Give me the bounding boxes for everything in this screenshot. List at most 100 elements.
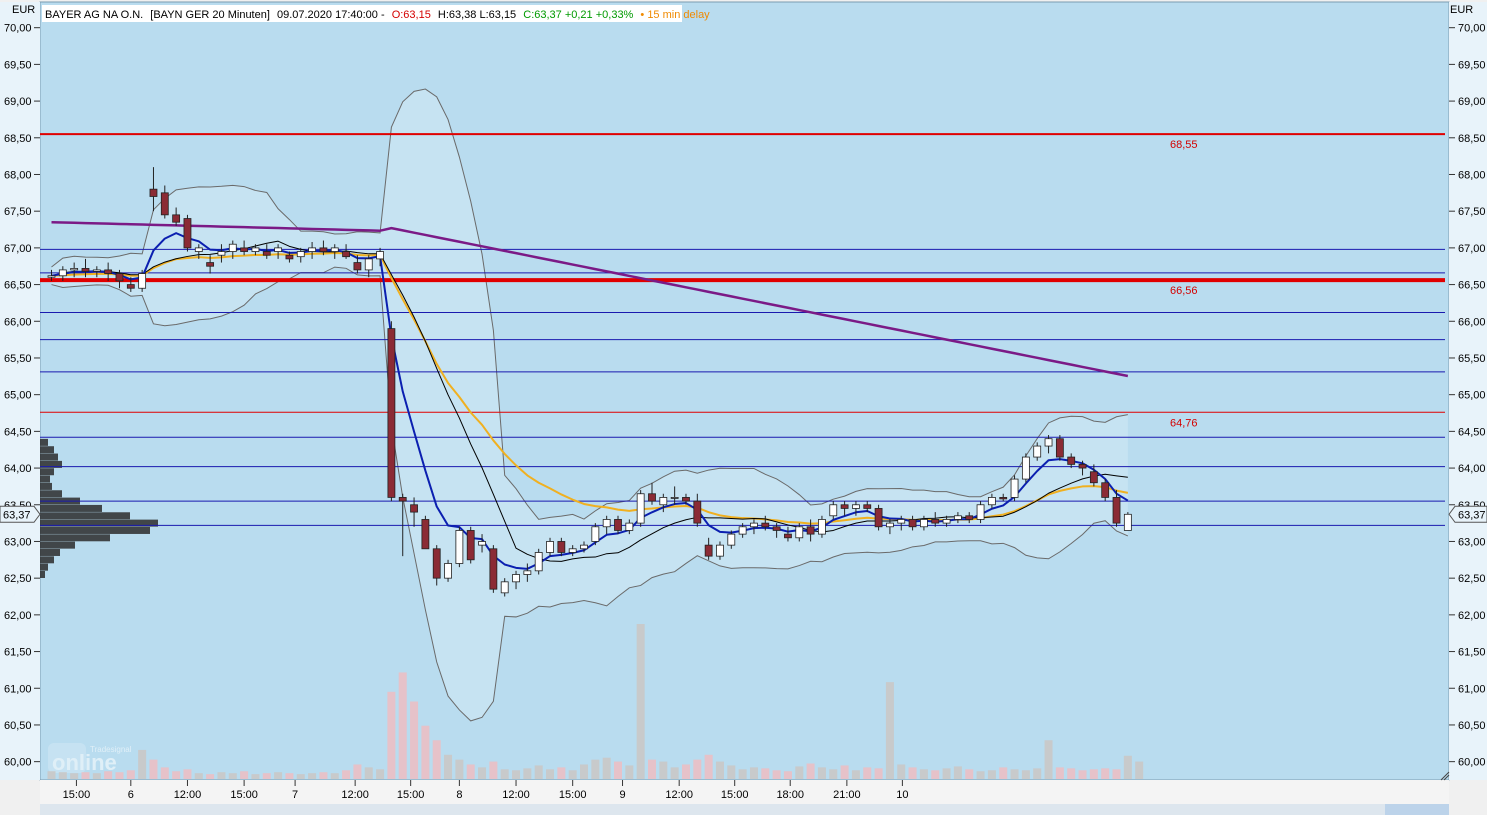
instrument-name: BAYER AG NA O.N. — [45, 9, 143, 21]
candle-body — [58, 269, 67, 277]
volume-profile-bar — [40, 548, 60, 556]
volume-profile-bar — [40, 453, 58, 461]
plot-area[interactable] — [39, 1, 1450, 781]
candle-body — [534, 552, 543, 572]
volume-bar — [364, 767, 373, 779]
volume-bar — [58, 772, 67, 779]
volume-bar — [1089, 769, 1098, 779]
candle-body — [716, 544, 724, 557]
delay-note: • 15 min delay — [640, 9, 710, 21]
volume-profile-bar — [40, 475, 50, 483]
candle-body — [852, 504, 860, 509]
volume-bar — [840, 765, 849, 779]
y-tick-label-right: 60,50 — [1458, 720, 1486, 732]
candle-body — [455, 530, 464, 564]
volume-bar — [444, 754, 453, 779]
x-tick-label: 10 — [896, 789, 908, 801]
y-tick-label-right: 69,50 — [1458, 59, 1486, 71]
x-tick-label: 12:00 — [174, 789, 202, 801]
x-tick-label: 15:00 — [559, 789, 587, 801]
volume-bar — [931, 770, 940, 779]
x-tick-label: 15:00 — [397, 789, 425, 801]
x-tick-label: 12:00 — [665, 789, 693, 801]
volume-profile-bar — [40, 504, 102, 512]
volume-bar — [138, 749, 147, 779]
time-scrollbar[interactable] — [40, 804, 1449, 815]
x-tick-label: 6 — [128, 789, 134, 801]
volume-bar — [1055, 767, 1064, 779]
scrollbar-thumb[interactable] — [1385, 804, 1449, 815]
volume-bar — [885, 682, 894, 779]
candle-body — [874, 508, 883, 528]
volume-bar — [965, 769, 974, 779]
x-tick-label: 15:00 — [230, 789, 258, 801]
candle-body — [784, 533, 792, 539]
y-tick-label-left: 64,50 — [4, 426, 32, 438]
candle-body — [421, 519, 430, 550]
y-tick-label-right: 62,50 — [1458, 573, 1486, 585]
y-tick-label-left: 67,50 — [4, 206, 32, 218]
candle-body — [172, 214, 181, 223]
candle-body — [194, 247, 203, 252]
volume-bar — [478, 767, 487, 779]
volume-bar — [81, 772, 90, 779]
volume-profile-bar — [40, 526, 150, 534]
volume-bar — [670, 767, 679, 779]
volume-bar — [874, 768, 883, 779]
candle-body — [342, 251, 350, 258]
volume-bar — [376, 769, 385, 779]
candle-body — [92, 269, 101, 272]
candle-body — [47, 275, 56, 278]
price-chart[interactable]: Tradesignal online 68,5566,5664,76 60,00… — [0, 0, 1487, 815]
y-tick-label-right: 66,50 — [1458, 280, 1486, 292]
candle-body — [920, 519, 928, 528]
volume-bar — [580, 764, 589, 779]
x-tick-label: 18:00 — [776, 789, 804, 801]
x-tick-label: 21:00 — [833, 789, 861, 801]
candle-body — [772, 526, 781, 531]
volume-bar — [783, 771, 792, 779]
volume-bar — [217, 772, 226, 779]
volume-bar — [625, 765, 634, 779]
candle-body — [704, 544, 713, 557]
volume-bar — [308, 773, 317, 779]
volume-bar — [602, 757, 611, 779]
candle-body — [795, 526, 804, 539]
candle-body — [818, 519, 826, 535]
volume-bar — [897, 764, 906, 779]
y-tick-label-left: 66,00 — [4, 316, 32, 328]
volume-bar — [92, 773, 101, 779]
candle-body — [1067, 456, 1076, 465]
volume-profile-bar — [40, 534, 110, 542]
y-tick-label-left: 64,00 — [4, 463, 32, 475]
y-tick-label-right: 67,50 — [1458, 206, 1486, 218]
y-tick-label-right: 64,50 — [1458, 426, 1486, 438]
candle-body — [478, 541, 486, 546]
volume-profile-bar — [40, 482, 52, 490]
y-tick-label-left: 67,00 — [4, 243, 32, 255]
volume-bar — [398, 672, 407, 779]
y-tick-label-right: 65,00 — [1458, 390, 1486, 402]
x-tick-label: 12:00 — [341, 789, 369, 801]
candle-body — [138, 273, 147, 289]
y-tick-label-right: 68,50 — [1458, 133, 1486, 145]
y-tick-label-left: 61,00 — [4, 683, 32, 695]
candle-body — [149, 188, 158, 197]
volume-profile-bar — [40, 570, 45, 578]
volume-bar — [681, 764, 690, 779]
volume-bar — [942, 768, 951, 779]
candle-body — [1089, 471, 1098, 484]
candle-body — [364, 258, 373, 271]
right-currency-label: EUR — [1450, 4, 1473, 16]
volume-bar — [987, 770, 996, 779]
y-tick-label-left: 62,00 — [4, 610, 32, 622]
volume-profile-bar — [40, 556, 54, 564]
volume-bar — [228, 773, 237, 779]
candle-body — [1101, 482, 1110, 498]
volume-bar — [1112, 769, 1121, 779]
close-change-values: C:63,37 +0,21 +0,33% — [523, 9, 633, 21]
volume-bar — [534, 765, 543, 779]
volume-bar — [727, 765, 736, 779]
y-tick-label-right: 68,00 — [1458, 169, 1486, 181]
x-tick-label: 15:00 — [63, 789, 91, 801]
